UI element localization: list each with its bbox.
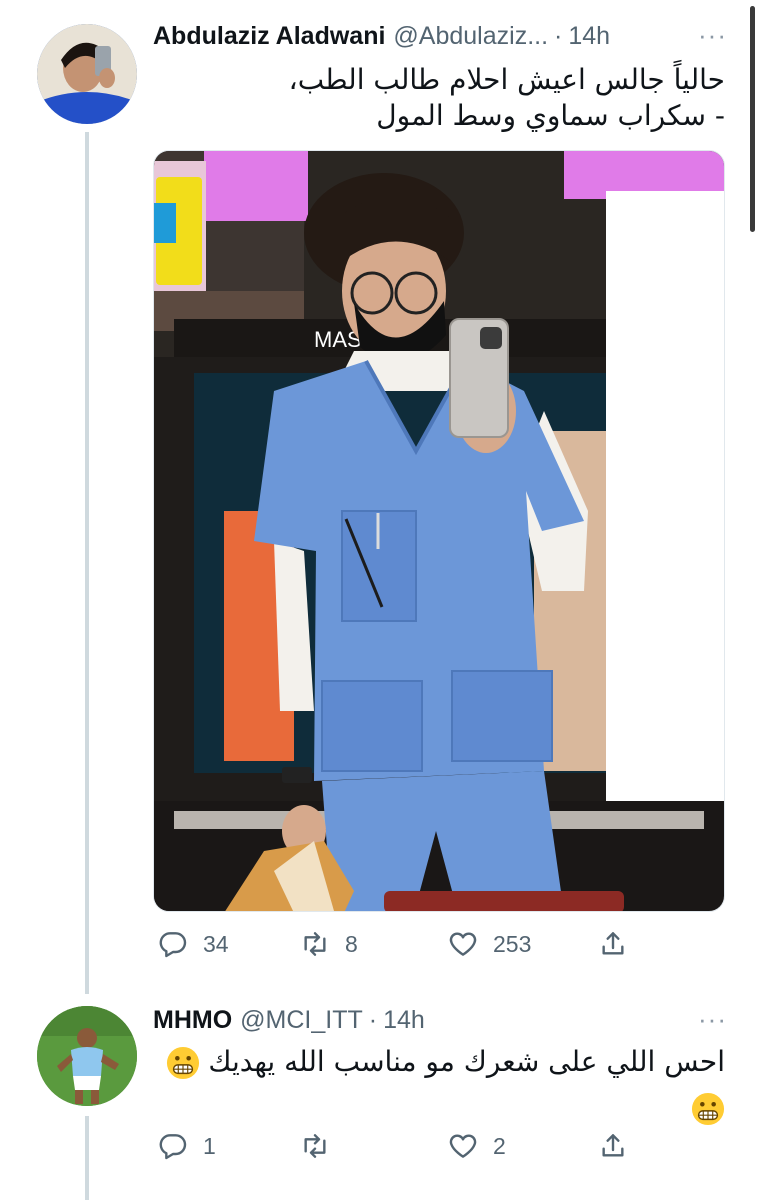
avatar[interactable] bbox=[37, 24, 137, 124]
grimacing-face-icon bbox=[166, 1046, 199, 1080]
author-name[interactable]: MHMO bbox=[153, 1006, 232, 1035]
tweet-text: حالياً جالس اعيش احلام طالب الطب، - سكرا… bbox=[153, 62, 725, 134]
share-button[interactable] bbox=[597, 1126, 643, 1166]
retweet-button[interactable] bbox=[299, 1126, 345, 1166]
author-handle[interactable]: @MCI_ITT bbox=[240, 1006, 363, 1035]
like-button[interactable]: 253 bbox=[447, 924, 531, 964]
reply-button[interactable]: 34 bbox=[157, 924, 229, 964]
heart-icon bbox=[449, 1134, 477, 1158]
timestamp[interactable]: 14h bbox=[383, 1006, 425, 1035]
avatar-image bbox=[37, 24, 137, 124]
timestamp[interactable]: 14h bbox=[568, 22, 610, 51]
tweet-text-line: - سكراب سماوي وسط المول bbox=[376, 99, 725, 132]
avatar[interactable] bbox=[37, 1006, 137, 1106]
tweet-text-line bbox=[153, 1088, 725, 1128]
retweet-icon bbox=[304, 932, 326, 956]
tweet-header: MHMO @MCI_ITT · 14h bbox=[153, 1006, 725, 1035]
avatar-image bbox=[37, 1006, 137, 1106]
separator-dot: · bbox=[554, 22, 563, 50]
separator-dot: · bbox=[368, 1006, 378, 1034]
more-options-icon[interactable]: ··· bbox=[698, 1004, 727, 1035]
retweet-icon bbox=[304, 1134, 326, 1158]
tweet-reply[interactable]: MHMO @MCI_ITT · 14h ··· احس اللي على شعر… bbox=[0, 990, 761, 1200]
tweet-text-content: احس اللي على شعرك مو مناسب الله يهديك bbox=[208, 1045, 725, 1078]
reply-icon bbox=[159, 1134, 187, 1160]
share-icon bbox=[602, 932, 624, 955]
grimacing-face-icon bbox=[691, 1092, 725, 1126]
tweet-header: Abdulaziz Aladwani @Abdulaziz... · 14h bbox=[153, 22, 725, 51]
share-icon bbox=[602, 1134, 624, 1157]
like-button[interactable]: 2 bbox=[447, 1126, 506, 1166]
reply-count: 1 bbox=[203, 1132, 216, 1159]
reply-icon bbox=[159, 932, 187, 958]
tweet-text-line: حالياً جالس اعيش احلام طالب الطب، bbox=[288, 63, 725, 96]
tweet-text-line: احس اللي على شعرك مو مناسب الله يهديك bbox=[153, 1042, 725, 1082]
photo-mirror-selfie: MASK bbox=[154, 151, 724, 911]
tweet-actions: 1 2 bbox=[153, 1126, 633, 1166]
retweet-button[interactable]: 8 bbox=[299, 924, 358, 964]
reply-count: 34 bbox=[203, 930, 229, 957]
like-count: 253 bbox=[493, 930, 532, 957]
tweet-text: احس اللي على شعرك مو مناسب الله يهديك bbox=[153, 1042, 725, 1128]
author-handle[interactable]: @Abdulaziz... bbox=[393, 22, 548, 51]
heart-icon bbox=[449, 932, 477, 956]
more-options-icon[interactable]: ··· bbox=[698, 20, 727, 51]
retweet-count: 8 bbox=[345, 930, 358, 957]
share-button[interactable] bbox=[597, 924, 643, 964]
tweet-actions: 34 8 253 bbox=[153, 924, 633, 964]
like-count: 2 bbox=[493, 1132, 506, 1159]
tweet-photo[interactable]: MASK bbox=[153, 150, 725, 912]
reply-button[interactable]: 1 bbox=[157, 1126, 216, 1166]
tweet-main[interactable]: Abdulaziz Aladwani @Abdulaziz... · 14h ·… bbox=[0, 0, 761, 990]
author-name[interactable]: Abdulaziz Aladwani bbox=[153, 22, 385, 51]
